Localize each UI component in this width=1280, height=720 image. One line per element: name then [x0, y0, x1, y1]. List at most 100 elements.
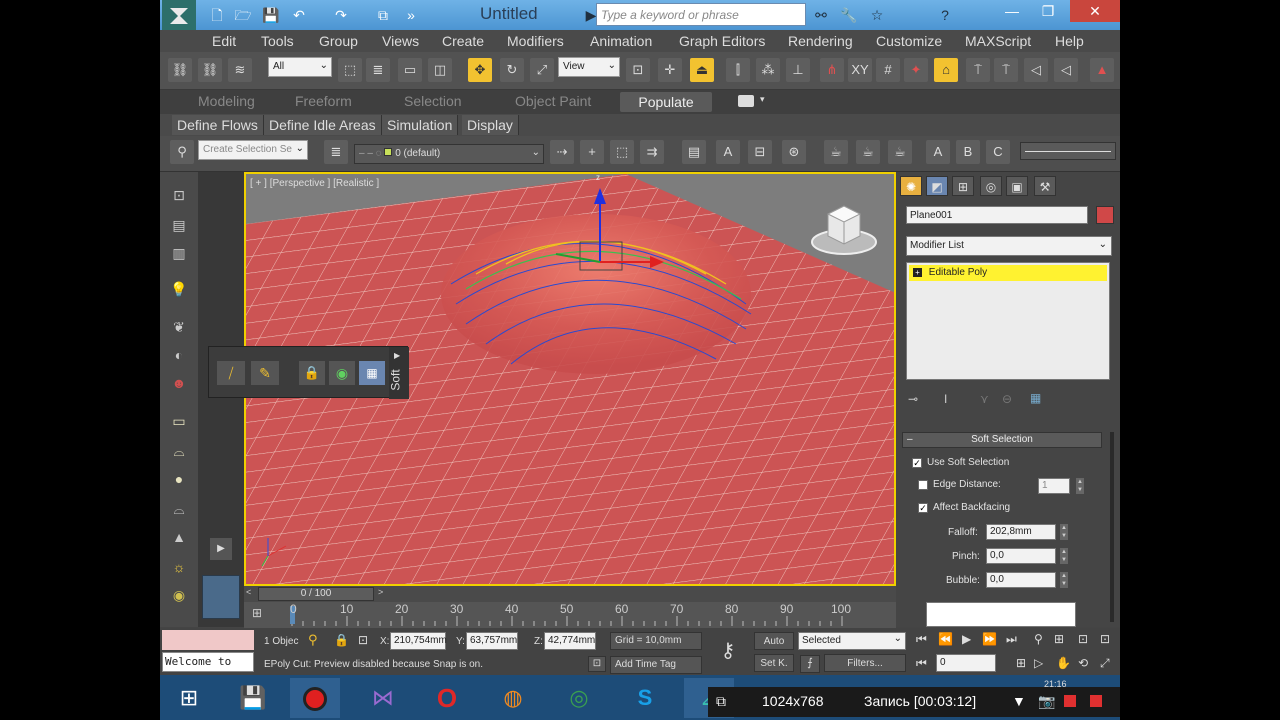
skype-icon[interactable]: S: [620, 678, 670, 718]
help-icon[interactable]: ?: [934, 4, 956, 26]
maximize-viewport-icon[interactable]: ⤢: [1100, 656, 1110, 671]
sun-icon[interactable]: ☼: [167, 556, 191, 578]
tab-selection[interactable]: Selection: [404, 93, 462, 109]
menu-edit[interactable]: Edit: [212, 33, 236, 49]
z-coordinate-field[interactable]: 42,774mm: [544, 632, 596, 650]
paint-soft-icon[interactable]: ⧸: [217, 361, 245, 385]
open-file-icon[interactable]: 🗁: [232, 4, 254, 26]
display-tab-icon[interactable]: ▣: [1006, 176, 1028, 196]
layers-icon[interactable]: ≣: [324, 140, 348, 164]
render-setup-icon[interactable]: ⊟: [748, 140, 772, 164]
recorder-app-icon[interactable]: [290, 678, 340, 718]
zoom-all-icon[interactable]: ⊞: [1054, 632, 1064, 646]
named-selection-icon[interactable]: ◁: [1024, 58, 1048, 82]
expand-plus-icon[interactable]: +: [913, 268, 922, 277]
go-to-start-icon[interactable]: ⏮: [916, 632, 927, 647]
menu-animation[interactable]: Animation: [590, 33, 652, 49]
time-slider[interactable]: < 0 / 100 >: [244, 586, 896, 602]
teapot-render-icon[interactable]: ☕: [824, 140, 848, 164]
select-manipulate-icon[interactable]: ✛: [658, 58, 682, 82]
orbit-icon[interactable]: ⟲: [1078, 656, 1088, 670]
favorites-star-icon[interactable]: ☆: [866, 4, 888, 26]
pivot-center-icon[interactable]: ⊡: [626, 58, 650, 82]
sky-icon[interactable]: ◉: [167, 584, 191, 606]
key-mode-toggle-icon[interactable]: ⏮: [916, 656, 927, 671]
track-bar[interactable]: 0 10 20 30 40 50 60 70 80 90 100: [244, 602, 896, 628]
camera-icon[interactable]: ❦: [167, 316, 191, 338]
play-preview-icon[interactable]: ▶: [210, 538, 232, 560]
next-key-icon[interactable]: ⏩: [982, 632, 997, 646]
material-editor-icon[interactable]: A: [716, 140, 740, 164]
auto-key-button[interactable]: Auto: [754, 632, 794, 650]
binoculars-icon[interactable]: ⚯: [810, 4, 832, 26]
opera-icon[interactable]: O: [422, 678, 472, 718]
layer-manager-icon[interactable]: ⋔: [820, 58, 844, 82]
selection-filter-select[interactable]: All ⌄: [268, 57, 332, 77]
subtab-define-idle-areas[interactable]: Define Idle Areas: [264, 115, 382, 135]
pinch-spinner[interactable]: ▲ ▼: [1060, 548, 1068, 564]
show-end-result-icon[interactable]: Ι: [944, 392, 947, 406]
reference-coordinate-select[interactable]: View ⌄: [558, 57, 620, 77]
firefox-icon[interactable]: ◍: [488, 678, 538, 718]
falloff-input[interactable]: 202,8mm: [986, 524, 1056, 540]
bubble-input[interactable]: 0,0: [986, 572, 1056, 588]
affect-backfacing-checkbox[interactable]: ✓: [918, 503, 928, 513]
object-color-swatch[interactable]: [1096, 206, 1114, 224]
app-logo-icon[interactable]: [162, 0, 196, 30]
menu-modifiers[interactable]: Modifiers: [507, 33, 564, 49]
abc-selection-icon[interactable]: ⚲: [170, 140, 194, 164]
blur-icon[interactable]: ✎: [251, 361, 279, 385]
floppy-app-icon[interactable]: 💾: [228, 678, 278, 718]
menu-group[interactable]: Group: [319, 33, 358, 49]
search-input[interactable]: Type a keyword or phrase: [596, 3, 806, 26]
bind-space-warp-icon[interactable]: ≋: [228, 58, 252, 82]
track-view-icon[interactable]: ▥: [167, 242, 191, 264]
zoom-icon[interactable]: ⚲: [1034, 632, 1043, 646]
mirror-icon[interactable]: ⫿: [726, 58, 750, 82]
shaded-face-toggle-icon[interactable]: ◉: [329, 361, 355, 385]
menu-rendering[interactable]: Rendering: [788, 33, 853, 49]
expand-caddy-icon[interactable]: ▶: [394, 351, 400, 360]
rotate-icon[interactable]: ↻: [500, 58, 524, 82]
menu-graph-editors[interactable]: Graph Editors: [679, 33, 765, 49]
scene-list-icon[interactable]: ▤: [167, 214, 191, 236]
edit-named-selection-icon[interactable]: ⍑: [994, 58, 1018, 82]
time-tag-icon[interactable]: ⊡: [588, 656, 606, 672]
subtab-display[interactable]: Display: [462, 115, 519, 135]
box-icon[interactable]: ▭: [167, 410, 191, 432]
view-c-icon[interactable]: C: [986, 140, 1010, 164]
windows-start-icon[interactable]: ⊞: [164, 678, 214, 718]
play-icon[interactable]: ▶: [962, 632, 971, 646]
dome-icon[interactable]: ⌓: [167, 440, 191, 462]
array-icon[interactable]: ⁂: [756, 58, 780, 82]
edge-distance-input[interactable]: 1: [1038, 478, 1070, 494]
menu-customize[interactable]: Customize: [876, 33, 942, 49]
add-time-tag-button[interactable]: Add Time Tag: [610, 656, 702, 674]
create-tab-icon[interactable]: ✺: [900, 176, 922, 196]
menu-views[interactable]: Views: [382, 33, 419, 49]
close-button[interactable]: ✕: [1070, 0, 1120, 22]
chrome-icon[interactable]: ◎: [554, 678, 604, 718]
set-current-layer-icon[interactable]: ⇉: [640, 140, 664, 164]
graphite-tools-icon[interactable]: ◁: [1054, 58, 1078, 82]
percent-snap-icon[interactable]: ⌂: [934, 58, 958, 82]
select-object-icon[interactable]: ⬚: [338, 58, 362, 82]
use-soft-selection-checkbox[interactable]: ✓: [912, 458, 922, 468]
motion-tab-icon[interactable]: ◎: [980, 176, 1002, 196]
view-b-icon[interactable]: B: [956, 140, 980, 164]
scene-explorer-icon[interactable]: ▤: [682, 140, 706, 164]
object-name-field[interactable]: Plane001: [906, 206, 1088, 224]
configure-sets-icon[interactable]: ▦: [1030, 391, 1041, 405]
subtab-simulation[interactable]: Simulation: [382, 115, 459, 135]
menu-help[interactable]: Help: [1055, 33, 1084, 49]
dope-sheet-icon[interactable]: ⊞: [252, 606, 262, 620]
visual-studio-icon[interactable]: ⋈: [358, 678, 408, 718]
key-filters-button[interactable]: Filters...: [824, 654, 906, 672]
viewport-layout-icon[interactable]: ⊡: [167, 184, 191, 206]
render-frame-icon[interactable]: ⊛: [782, 140, 806, 164]
align-icon[interactable]: ⊥: [786, 58, 810, 82]
next-frame-icon[interactable]: >: [378, 587, 383, 597]
field-of-view-icon[interactable]: ▷: [1034, 656, 1043, 670]
pause-icon[interactable]: [1064, 695, 1076, 707]
ribbon-options-icon[interactable]: [738, 95, 754, 107]
